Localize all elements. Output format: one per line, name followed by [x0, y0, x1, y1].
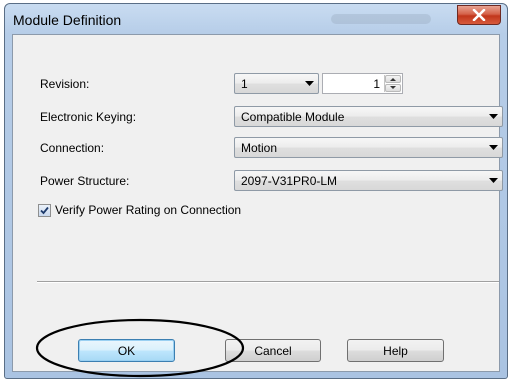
annotation-ellipse [35, 318, 245, 378]
